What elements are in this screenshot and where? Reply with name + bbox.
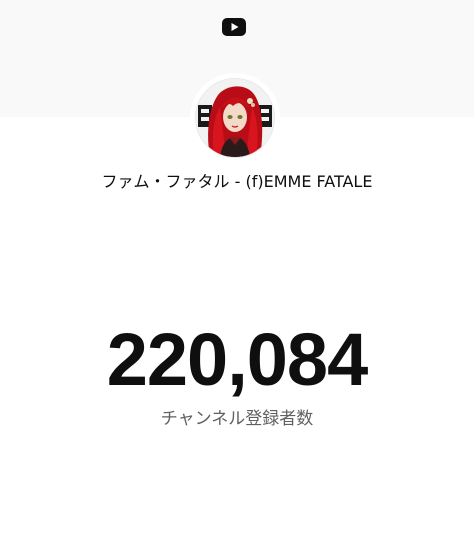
youtube-play-icon[interactable] xyxy=(222,18,246,36)
channel-avatar-image xyxy=(196,79,274,157)
channel-avatar[interactable] xyxy=(195,78,275,158)
subscriber-count: 220,084 xyxy=(106,318,369,401)
channel-name[interactable]: ファム・ファタル - (f)EMME FATALE xyxy=(0,172,474,192)
subscriber-label: チャンネル登録者数 xyxy=(160,409,314,429)
